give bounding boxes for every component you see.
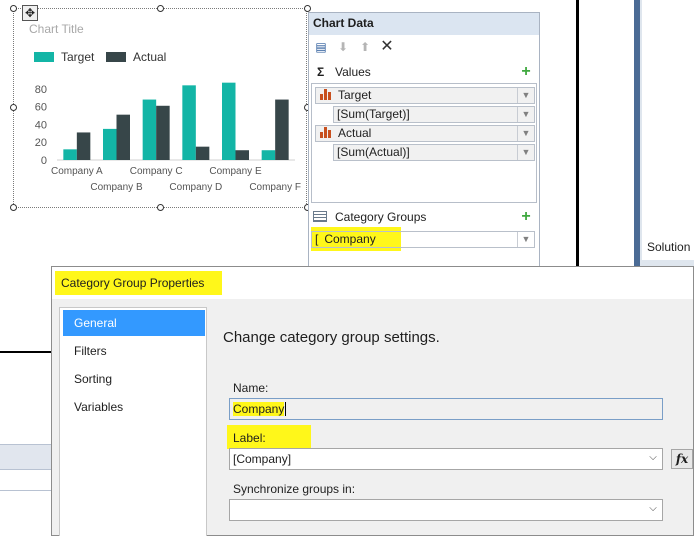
y-tick-label-2: 40: [35, 119, 47, 131]
bar-target-3: [182, 85, 196, 160]
dialog-title-bar: Category Group Properties: [52, 267, 693, 299]
legend-label-0: Target: [61, 50, 95, 64]
y-tick-label-3: 60: [35, 102, 47, 114]
legend-label-1: Actual: [133, 50, 166, 64]
y-tick-label-4: 80: [35, 84, 47, 96]
chevron-down-icon[interactable]: ⌵: [647, 503, 659, 514]
dialog-content: Change category group settings. Name: Co…: [207, 299, 693, 535]
resize-handle-ne[interactable]: [304, 5, 311, 12]
column-chart-icon: [319, 88, 333, 101]
move-up-icon[interactable]: ⬆: [355, 37, 375, 57]
legend-swatch-1: [106, 52, 126, 62]
sync-groups-label: Synchronize groups in:: [233, 482, 356, 496]
bar-actual-2: [156, 105, 170, 160]
bar-actual-3: [195, 146, 210, 160]
design-surface-line-v1: [576, 0, 579, 268]
delete-icon[interactable]: ✕: [377, 37, 397, 57]
x-tick-label-0: Company A: [51, 166, 103, 177]
chart-data-toolbar: ▤ ⬇ ⬆ ✕: [311, 37, 539, 57]
chart-title[interactable]: Chart Title: [29, 22, 84, 36]
bar-actual-0: [76, 132, 91, 160]
y-tick-label-0: 0: [41, 155, 47, 167]
bar-actual-5: [275, 99, 289, 160]
resize-handle-sw[interactable]: [10, 204, 17, 211]
y-tick-label-1: 20: [35, 137, 47, 149]
resize-handle-nw[interactable]: [10, 5, 17, 12]
category-group-properties-dialog: Category Group Properties General Filter…: [51, 266, 694, 536]
column-chart[interactable]: Target Actual 0 20 40 60 80 Company A Company B C…: [13, 8, 307, 208]
bar-target-0: [63, 149, 77, 160]
legend-swatch-0: [34, 52, 54, 62]
chevron-down-icon[interactable]: ▼: [517, 232, 534, 247]
x-tick-label-4: Company E: [209, 166, 262, 177]
nav-item-general[interactable]: General: [63, 310, 205, 336]
value-field-target[interactable]: Target ▼: [315, 87, 535, 104]
category-group-field[interactable]: [Company ▼: [311, 227, 537, 251]
resize-handle-s[interactable]: [157, 204, 164, 211]
bar-target-2: [142, 99, 157, 160]
chevron-down-icon[interactable]: ▼: [517, 145, 534, 160]
nav-item-variables[interactable]: Variables: [63, 394, 205, 420]
bar-target-1: [103, 128, 117, 160]
chevron-down-icon[interactable]: ▼: [517, 107, 534, 122]
name-field[interactable]: Company: [229, 398, 663, 420]
chart-data-pane: Chart Data ▤ ⬇ ⬆ ✕ Σ Values + Target ▼ [S…: [308, 12, 540, 268]
category-bracket-icon: [: [315, 232, 319, 246]
bar-actual-4: [235, 150, 249, 160]
value-field-actual[interactable]: Actual ▼: [315, 125, 535, 142]
properties-icon[interactable]: ▤: [311, 37, 331, 57]
category-groups-section-label: Category Groups: [313, 210, 426, 224]
resize-handle-n[interactable]: [157, 5, 164, 12]
category-field-company[interactable]: [Company ▼: [311, 231, 535, 248]
bar-target-5: [261, 150, 276, 160]
category-groups-label: Category Groups: [335, 210, 427, 224]
chevron-down-icon[interactable]: ⌵: [647, 452, 659, 463]
sigma-icon: Σ: [317, 65, 325, 79]
nav-item-filters[interactable]: Filters: [63, 338, 205, 364]
solution-explorer-panel: [634, 0, 694, 268]
move-handle-icon[interactable]: ✥: [22, 5, 38, 21]
dialog-nav: General Filters Sorting Variables: [59, 307, 207, 536]
expression-fx-button[interactable]: fx: [671, 449, 693, 469]
add-category-group-icon[interactable]: +: [519, 209, 533, 225]
column-chart-icon: [319, 126, 333, 139]
solution-explorer-label: Solution: [647, 240, 691, 254]
chevron-down-icon[interactable]: ▼: [517, 88, 534, 103]
grid-icon: [313, 211, 327, 222]
move-down-icon[interactable]: ⬇: [333, 37, 353, 57]
background-divider: [0, 490, 52, 491]
design-surface-line-h1: [0, 351, 52, 353]
name-label: Name:: [233, 381, 269, 395]
x-tick-label-5: Company F: [249, 182, 301, 193]
value-expression-actual[interactable]: [Sum(Actual)] ▼: [333, 144, 535, 161]
chart-data-header: Chart Data: [309, 13, 539, 35]
label-label: Label:: [233, 431, 266, 445]
values-list: Target ▼ [Sum(Target)] ▼ Actual ▼ [Sum(A…: [311, 83, 537, 203]
dialog-title: Category Group Properties: [55, 271, 223, 295]
chevron-down-icon[interactable]: ▼: [517, 126, 534, 141]
x-tick-label-3: Company D: [169, 182, 222, 193]
values-label: Values: [335, 65, 371, 79]
nav-item-sorting[interactable]: Sorting: [63, 366, 205, 392]
x-tick-label-1: Company B: [90, 182, 143, 193]
resize-handle-w[interactable]: [10, 104, 17, 111]
x-tick-label-2: Company C: [130, 166, 183, 177]
values-section-label: Σ Values: [317, 65, 371, 79]
value-expression-target[interactable]: [Sum(Target)] ▼: [333, 106, 535, 123]
add-value-icon[interactable]: +: [519, 64, 533, 80]
page-heading: Change category group settings.: [223, 329, 440, 346]
sync-groups-combobox[interactable]: ⌵: [229, 499, 663, 521]
bar-actual-1: [116, 114, 130, 160]
bar-target-4: [222, 82, 236, 160]
background-tab-strip: [0, 444, 52, 470]
label-combobox[interactable]: [Company] ⌵: [229, 448, 663, 470]
